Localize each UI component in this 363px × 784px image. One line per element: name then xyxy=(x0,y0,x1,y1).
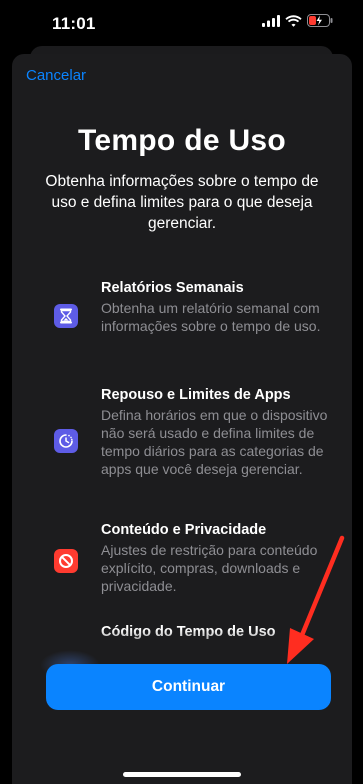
cellular-signal-icon xyxy=(262,14,280,27)
screen-time-sheet: Cancelar Tempo de Uso Obtenha informaçõe… xyxy=(12,54,352,784)
page-subtitle: Obtenha informações sobre o tempo de uso… xyxy=(45,173,319,232)
restriction-icon xyxy=(54,549,78,573)
page-title: Tempo de Uso xyxy=(77,124,287,157)
continue-button[interactable]: Continuar xyxy=(46,664,331,710)
feature-description: Defina horários em que o dispositivo não… xyxy=(101,407,328,477)
status-time: 11:01 xyxy=(52,14,96,33)
home-indicator[interactable] xyxy=(123,772,241,777)
feature-description: Obtenha um relatório semanal com informa… xyxy=(101,300,321,334)
feature-description: Ajustes de restrição para conteúdo explí… xyxy=(101,542,318,594)
downtime-timer-icon xyxy=(54,429,78,453)
feature-title: Relatórios Semanais xyxy=(101,280,244,296)
wifi-icon xyxy=(285,14,302,27)
status-bar: 11:01 xyxy=(0,0,363,44)
feature-title: Conteúdo e Privacidade xyxy=(101,522,267,538)
feature-title: Repouso e Limites de Apps xyxy=(101,387,291,403)
battery-charging-icon xyxy=(307,14,333,27)
cancel-button[interactable]: Cancelar xyxy=(26,67,86,84)
status-icons xyxy=(262,14,333,27)
hourglass-icon xyxy=(54,304,78,328)
